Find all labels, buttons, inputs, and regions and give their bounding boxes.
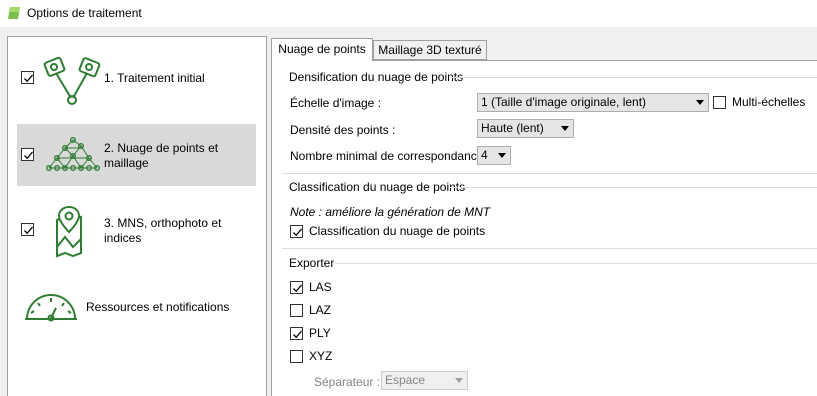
step-initial-processing-label: 1. Traitement initial [104,71,205,85]
export-las-label: LAS [309,280,332,294]
min-matches-label: Nombre minimal de correspondances : [290,149,497,163]
chevron-down-icon [561,126,569,131]
densification-group-line [451,77,817,78]
camera-tie-points-icon [43,56,101,105]
gauge-icon [25,294,77,322]
tab-content-point-cloud: Densification du nuage de points Échelle… [271,60,817,396]
tab-3d-textured-mesh[interactable]: Maillage 3D texturé [373,40,487,60]
point-density-select[interactable]: Haute (lent) [477,119,574,138]
export-xyz-label: XYZ [309,349,333,363]
export-laz-checkbox[interactable] [290,304,303,317]
chevron-down-icon [455,378,463,383]
densification-group-title: Densification du nuage de points [289,70,464,84]
multiscale-checkbox[interactable] [713,96,726,109]
step-resources-notifications-label: Ressources et notifications [86,300,230,314]
export-group-title: Exporter [289,256,335,270]
point-cloud-mesh-icon [46,136,101,172]
multiscale-label: Multi-échelles [732,95,806,109]
image-scale-value: 1 (Taille d'image originale, lent) [481,95,647,109]
export-group-line [335,263,817,264]
classification-checkbox[interactable] [290,225,303,238]
export-ply-checkbox[interactable] [290,327,303,340]
point-density-value: Haute (lent) [481,121,544,135]
classification-note: Note : améliore la génération de MNT [290,205,491,219]
classification-group-line [450,187,817,188]
step-dsm-ortho-indices-checkbox[interactable] [21,223,34,236]
export-las-checkbox[interactable] [290,281,303,294]
map-pin-icon [56,205,82,258]
title-bar: Options de traitement [0,0,817,27]
image-scale-select[interactable]: 1 (Taille d'image originale, lent) [477,93,709,112]
step-dsm-ortho-indices-label: 3. MNS, orthophoto et indices [104,216,222,245]
group-divider [282,248,817,249]
step-dsm-ortho-indices[interactable]: 3. MNS, orthophoto et indices [17,199,256,261]
step-point-cloud-mesh-checkbox[interactable] [21,148,34,161]
classification-label: Classification du nuage de points [309,224,486,238]
min-matches-value: 4 [481,148,488,162]
export-ply-label: PLY [309,326,331,340]
tab-point-cloud[interactable]: Nuage de points [271,38,373,61]
export-laz-label: LAZ [309,303,332,317]
step-resources-notifications[interactable]: Ressources et notifications [17,277,256,339]
step-initial-processing[interactable]: 1. Traitement initial [17,47,256,109]
point-density-label: Densité des points : [290,123,396,137]
export-xyz-checkbox[interactable] [290,350,303,363]
window-title: Options de traitement [27,6,142,20]
image-scale-label: Échelle d'image : [290,96,382,110]
step-point-cloud-mesh-label: 2. Nuage de points et maillage [104,141,219,170]
chevron-down-icon [498,153,506,158]
separator-select[interactable]: Espace [381,371,468,390]
step-initial-processing-checkbox[interactable] [21,71,34,84]
group-divider [282,173,817,174]
min-matches-select[interactable]: 4 [477,146,511,165]
separator-label: Séparateur : [314,375,381,389]
steps-panel: 1. Traitement initial 2. Nuage de points… [7,36,267,396]
app-logo-icon [8,7,20,19]
chevron-down-icon [696,100,704,105]
classification-group-title: Classification du nuage de points [289,180,466,194]
separator-value: Espace [385,373,426,387]
step-point-cloud-mesh[interactable]: 2. Nuage de points et maillage [17,124,256,186]
